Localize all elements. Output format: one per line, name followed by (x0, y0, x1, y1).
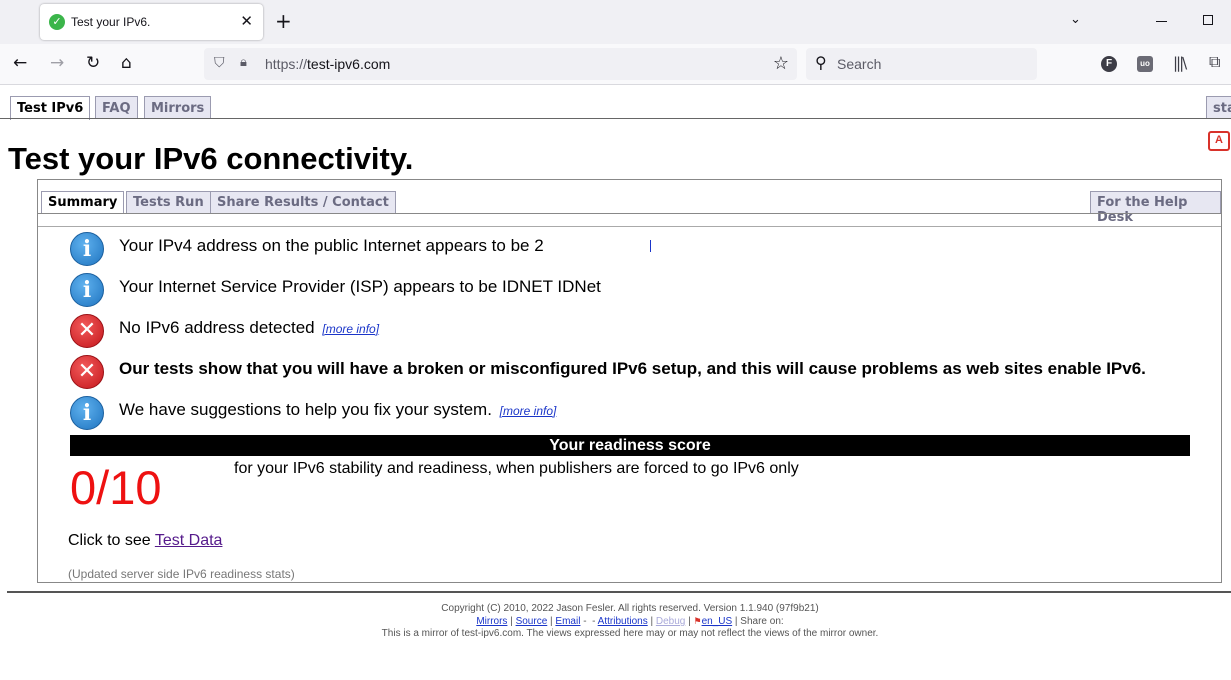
mirrors-link[interactable]: Mirrors (476, 616, 507, 627)
extension-f-icon[interactable]: F (1101, 56, 1117, 72)
readiness-score-value: 0/10 (70, 461, 162, 514)
chevron-down-icon[interactable]: ⌄ (1070, 12, 1081, 27)
results-panel: Summary Tests Run Share Results / Contac… (37, 179, 1222, 583)
result-text: No IPv6 address detected [more info] (119, 318, 379, 338)
url-scheme: https:// (265, 56, 308, 72)
info-icon: i (70, 273, 104, 307)
readiness-score-header: Your readiness score (70, 435, 1190, 456)
back-arrow-icon[interactable]: ← (13, 53, 27, 73)
info-icon: i (70, 232, 104, 266)
redacted-address (649, 240, 651, 252)
translate-icon[interactable]: A (1208, 131, 1230, 151)
test-data-line: Click to see Test Data (68, 532, 222, 550)
search-bar[interactable]: ⚲ Search (806, 48, 1037, 80)
result-text-value: No IPv6 address detected (119, 318, 315, 337)
extensions-puzzle-icon[interactable]: ⧉ (1209, 52, 1220, 72)
footer: Copyright (C) 2010, 2022 Jason Fesler. A… (0, 603, 1231, 640)
new-tab-icon[interactable]: + (275, 10, 292, 32)
url-host: test-ipv6.com (307, 56, 391, 72)
tab-summary[interactable]: Summary (41, 191, 125, 213)
url-text[interactable]: https://test-ipv6.com (265, 56, 390, 72)
address-bar[interactable]: ⛉ 🔒︎ https://test-ipv6.com ☆ (204, 48, 797, 80)
locale-flag-icon: ⚑ (693, 616, 702, 626)
tab-share-results[interactable]: Share Results / Contact (210, 191, 396, 213)
result-text: Your Internet Service Provider (ISP) app… (119, 277, 601, 296)
result-text: Your IPv4 address on the public Internet… (119, 236, 651, 256)
tab-faq[interactable]: FAQ (95, 96, 138, 119)
home-icon[interactable]: ⌂ (121, 53, 132, 73)
readiness-score-description: for your IPv6 stability and readiness, w… (234, 460, 799, 477)
tabs-divider (0, 118, 1231, 119)
page-content: Test IPv6 FAQ Mirrors sta Test your IPv6… (0, 85, 1231, 680)
info-icon: i (70, 396, 104, 430)
tab-mirrors[interactable]: Mirrors (144, 96, 212, 119)
result-text: We have suggestions to help you fix your… (119, 400, 556, 420)
result-text-value: Your IPv4 address on the public Internet… (119, 236, 544, 255)
reload-icon[interactable]: ↻ (86, 53, 100, 73)
maximize-window-icon[interactable] (1203, 15, 1213, 25)
readiness-stats-link[interactable]: (Updated server side IPv6 readiness stat… (68, 567, 295, 581)
bookmark-star-icon[interactable]: ☆ (773, 53, 789, 74)
footer-divider (7, 591, 1231, 593)
attributions-link[interactable]: Attributions (598, 616, 648, 627)
source-link[interactable]: Source (516, 616, 548, 627)
page-title: Test your IPv6 connectivity. (8, 141, 414, 176)
test-data-prefix: Click to see (68, 532, 155, 549)
result-text: Our tests show that you will have a brok… (119, 359, 1146, 378)
close-tab-icon[interactable]: ✕ (240, 12, 253, 30)
subtabs-divider (38, 213, 1221, 214)
result-text-value: We have suggestions to help you fix your… (119, 400, 492, 419)
search-icon: ⚲ (815, 53, 827, 72)
email-link[interactable]: Email (555, 616, 580, 627)
footer-copyright: Copyright (C) 2010, 2022 Jason Fesler. A… (441, 603, 819, 614)
ublock-shield-icon[interactable]: uo (1137, 56, 1153, 72)
more-info-link[interactable]: [more info] (322, 322, 379, 336)
footer-links: Mirrors | Source | Email - - Attribution… (476, 616, 784, 627)
content-divider (38, 226, 1221, 227)
tracking-protection-shield-icon[interactable]: ⛉ (214, 55, 225, 71)
tab-stats[interactable]: sta (1206, 96, 1231, 119)
test-data-link[interactable]: Test Data (155, 532, 223, 549)
tab-test-ipv6[interactable]: Test IPv6 (10, 96, 91, 120)
tab-title: Test your IPv6. (71, 15, 151, 29)
locale-link[interactable]: en_US (702, 616, 733, 627)
checkmark-favicon-icon: ✓ (49, 14, 65, 30)
minimize-window-icon[interactable] (1156, 21, 1167, 22)
error-x-icon: ✕ (70, 314, 104, 348)
more-info-link[interactable]: [more info] (500, 404, 557, 418)
library-icon[interactable]: |||\ (1173, 54, 1187, 72)
browser-tab[interactable]: ✓ Test your IPv6. ✕ (40, 4, 263, 40)
browser-toolbar: ← → ↻ ⌂ ⛉ 🔒︎ https://test-ipv6.com ☆ ⚲ S… (0, 44, 1231, 85)
tab-tests-run[interactable]: Tests Run (126, 191, 211, 213)
lock-icon[interactable]: 🔒︎ (240, 55, 247, 70)
search-placeholder: Search (837, 56, 882, 72)
error-x-icon: ✕ (70, 355, 104, 389)
tab-help-desk[interactable]: For the Help Desk (1090, 191, 1221, 225)
mirror-note: This is a mirror of test-ipv6.com. The v… (381, 628, 879, 639)
forward-arrow-icon[interactable]: → (50, 53, 64, 73)
debug-link[interactable]: Debug (656, 616, 685, 627)
share-on-label: Share on: (740, 616, 784, 627)
browser-tab-strip: ✓ Test your IPv6. ✕ + ⌄ (0, 0, 1231, 44)
